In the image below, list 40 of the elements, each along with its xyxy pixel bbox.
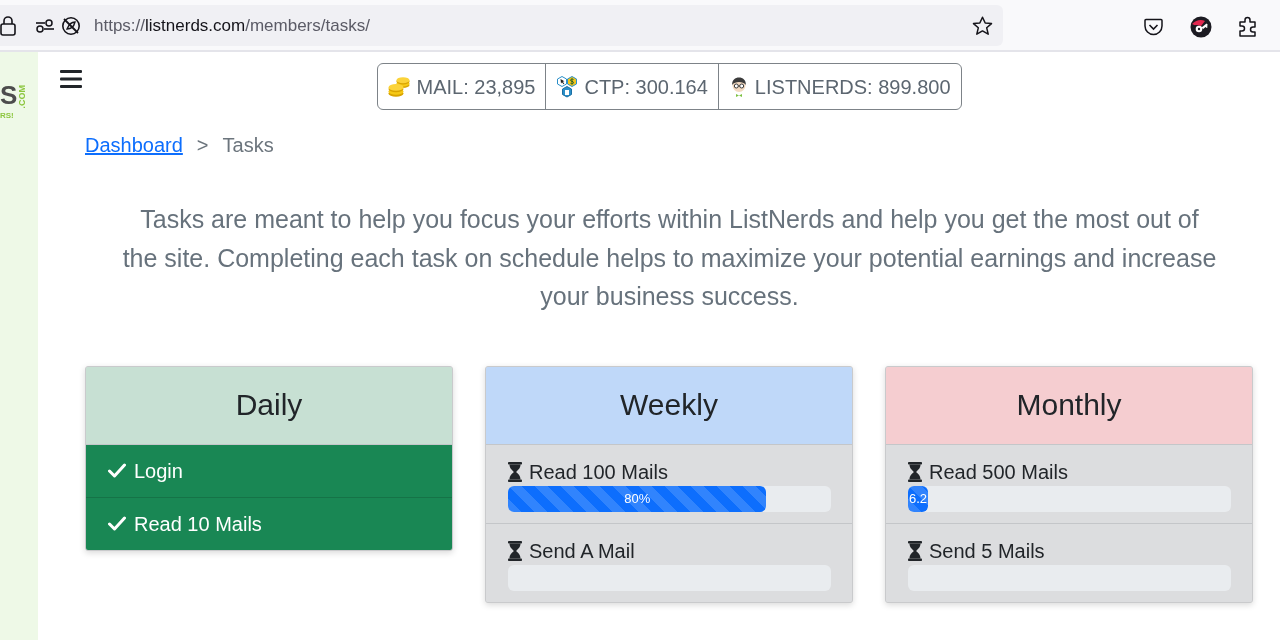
period-header: Daily <box>86 366 452 445</box>
check-icon <box>108 516 126 531</box>
task-label: Read 100 Mails <box>529 459 668 485</box>
key-badge-icon[interactable] <box>1190 16 1212 38</box>
breadcrumb-current: Tasks <box>222 133 274 158</box>
coins-icon <box>388 76 411 97</box>
logo-domain: .COM <box>18 84 28 108</box>
url-text[interactable]: https://listnerds.com/members/tasks/ <box>94 12 370 39</box>
breadcrumb-separator: > <box>196 133 209 158</box>
task-label: Send 5 Mails <box>929 538 1045 564</box>
task-label: Read 500 Mails <box>929 459 1068 485</box>
balance-button[interactable]: MAIL: 23,895 <box>377 63 547 110</box>
progress-label: 80% <box>624 490 651 507</box>
puzzle-icon[interactable] <box>1238 16 1258 37</box>
task-label: Read 10 Mails <box>134 511 262 537</box>
period-header: Weekly <box>486 366 852 445</box>
period-header: Monthly <box>886 366 1252 445</box>
star-icon[interactable] <box>972 15 993 36</box>
hourglass-icon <box>908 461 922 482</box>
breadcrumb-link[interactable]: Dashboard <box>85 130 183 160</box>
hourglass-icon <box>508 461 522 482</box>
hourglass-icon <box>908 540 922 561</box>
logo-letter: S <box>0 82 18 108</box>
balance-button[interactable]: LISTNERDS: 899.800 <box>717 63 962 110</box>
task-label: Send A Mail <box>529 538 635 564</box>
check-icon <box>108 463 126 478</box>
balance-button[interactable]: CTP: 300.164 <box>545 63 719 110</box>
sliders-icon[interactable] <box>36 18 54 33</box>
hourglass-icon <box>508 540 522 561</box>
logo-tagline: RS! <box>0 112 15 120</box>
address-bar[interactable]: https://listnerds.com/members/tasks/ <box>0 5 1003 46</box>
slashed-circle-icon[interactable] <box>61 15 81 36</box>
intro-text: Tasks are meant to help you focus your efforts within ListNerds and help you get the most out of the site. Completing each task on schedule helps to maximize your potential earnings and increase your business success. <box>121 204 1218 312</box>
progress-label: 6.2 <box>908 490 928 507</box>
menu-button[interactable] <box>60 70 82 88</box>
pocket-icon[interactable] <box>1144 18 1163 36</box>
lock-icon[interactable] <box>0 15 16 36</box>
hexagons-icon <box>556 75 579 98</box>
menu-icon <box>60 70 82 88</box>
task-label: Login <box>134 458 183 484</box>
